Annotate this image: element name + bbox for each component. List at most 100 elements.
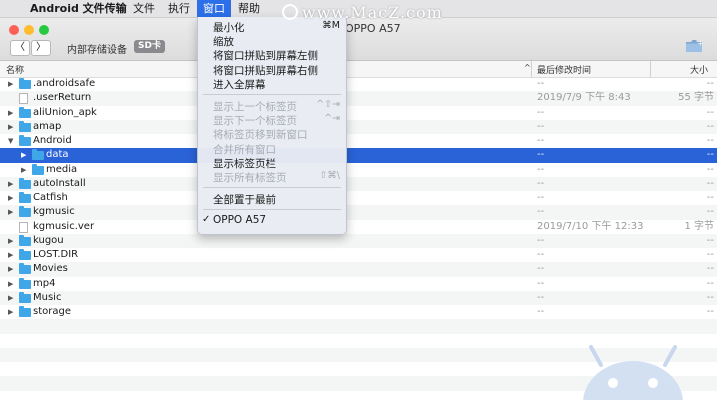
file-name: kugou [33,234,64,246]
empty-row [0,319,717,334]
menu-item[interactable]: 将窗口拼贴到屏幕右侧 [213,63,318,78]
android-logo-watermark-icon [583,345,683,400]
disclosure-collapsed-icon[interactable]: ▶ [21,163,26,177]
file-row[interactable]: ▶ .androidsafe -- -- [0,77,717,91]
disclosure-collapsed-icon[interactable]: ▶ [8,305,13,319]
file-row[interactable]: ▶ data -- -- [0,148,717,163]
file-row[interactable]: .userReturn 2019/7/9 下午 8:43 55 字节 [0,91,717,106]
sort-ascending-icon[interactable]: ^ [524,63,531,72]
folder-icon [19,263,31,275]
menu-window[interactable]: 窗口 [197,0,231,17]
file-row[interactable]: ▶ Music -- -- [0,290,717,305]
file-name: kgmusic [33,206,75,218]
disclosure-collapsed-icon[interactable]: ▶ [8,205,13,219]
file-row[interactable]: ▼ Android -- -- [0,134,717,148]
disclosure-collapsed-icon[interactable]: ▶ [8,277,13,291]
file-row[interactable]: ▶ storage -- -- [0,305,717,319]
menu-item[interactable]: 显示标签页栏 [213,156,276,171]
file-size: -- [706,177,714,189]
file-modified-date: -- [537,234,545,246]
file-size: -- [706,163,714,175]
column-divider[interactable] [650,61,651,77]
new-folder-icon[interactable]: + [685,39,703,53]
menu-app-name[interactable]: Android 文件传输 [24,0,133,17]
storage-location-label[interactable]: 内部存储设备 [67,41,127,56]
zoom-window-button[interactable] [39,25,49,35]
file-icon [19,221,28,233]
file-size: -- [706,120,714,132]
file-name: Music [33,291,62,303]
file-size: -- [706,106,714,118]
forward-button[interactable]: 〉 [31,40,51,56]
file-row[interactable]: ▶ Catfish -- -- [0,191,717,205]
file-name: mp4 [33,277,56,289]
disclosure-collapsed-icon[interactable]: ▶ [8,191,13,205]
file-row[interactable]: ▶ Movies -- -- [0,262,717,277]
column-date-header[interactable]: 最后修改时间 [537,63,591,76]
watermark-text: www.MacZ.com [302,3,443,22]
menu-item[interactable]: 缩放 [213,34,234,49]
close-window-button[interactable] [9,25,19,35]
file-size: -- [706,135,714,146]
file-size: -- [706,192,714,203]
file-modified-date: -- [537,291,545,303]
file-row[interactable]: ▶ kgmusic -- -- [0,205,717,220]
disclosure-collapsed-icon[interactable]: ▶ [21,148,26,162]
file-size: -- [706,234,714,246]
menu-item: 显示上一个标签页 [213,101,297,113]
file-row[interactable]: ▶ kugou -- -- [0,233,717,248]
disclosure-collapsed-icon[interactable]: ▶ [8,106,13,120]
file-modified-date: -- [537,163,545,175]
folder-icon [32,163,44,175]
disclosure-collapsed-icon[interactable]: ▶ [8,120,13,134]
file-size: 55 字节 [678,92,714,104]
file-name: Catfish [33,192,68,203]
file-modified-date: -- [537,249,545,260]
menu-item[interactable]: 最小化 [213,20,245,35]
column-header: 名称 ^ 最后修改时间 大小 [0,61,717,78]
file-modified-date: -- [537,206,545,218]
menu-item[interactable]: 进入全屏幕 [213,77,266,92]
menu-item[interactable]: 全部置于最前 [213,192,276,207]
file-row[interactable]: ▶ aliUnion_apk -- -- [0,106,717,120]
folder-icon [19,249,31,260]
file-row[interactable]: ▶ mp4 -- -- [0,277,717,291]
file-modified-date: 2019/7/9 下午 8:43 [537,92,631,104]
menu-execute[interactable]: 执行 [162,0,196,17]
file-row[interactable]: ▶ media -- -- [0,163,717,177]
file-size: -- [706,277,714,289]
folder-icon [19,277,31,289]
file-name: Movies [33,263,68,275]
file-modified-date: -- [537,135,545,146]
file-modified-date: -- [537,192,545,203]
file-name: media [46,163,78,175]
disclosure-collapsed-icon[interactable]: ▶ [8,291,13,305]
column-divider[interactable] [531,61,532,77]
file-size: -- [706,78,714,89]
file-modified-date: -- [537,78,545,89]
menu-item[interactable]: OPPO A57 [213,214,266,226]
disclosure-collapsed-icon[interactable]: ▶ [8,248,13,262]
file-row[interactable]: ▶ autoInstall -- -- [0,176,717,191]
file-name: autoInstall [33,177,86,189]
file-size: -- [706,149,714,161]
disclosure-collapsed-icon[interactable]: ▶ [8,262,13,276]
file-name: amap [33,120,62,132]
file-row[interactable]: kgmusic.ver 2019/7/10 下午 12:33 1 字节 [0,220,717,234]
column-size-header[interactable]: 大小 [690,63,708,76]
menu-item[interactable]: 将窗口拼贴到屏幕左侧 [213,48,318,63]
disclosure-collapsed-icon[interactable]: ▶ [8,177,13,191]
sd-card-badge[interactable]: SD卡 [134,40,165,53]
menu-help[interactable]: 帮助 [232,0,266,17]
minimize-window-button[interactable] [24,25,34,35]
disclosure-collapsed-icon[interactable]: ▶ [8,77,13,91]
file-name: storage [33,306,71,317]
file-name: aliUnion_apk [33,106,97,118]
file-row[interactable]: ▶ LOST.DIR -- -- [0,248,717,262]
file-row[interactable]: ▶ amap -- -- [0,119,717,134]
back-button[interactable]: 〈 [10,40,30,56]
menu-file[interactable]: 文件 [127,0,161,17]
disclosure-expanded-icon[interactable]: ▼ [8,134,13,148]
column-name-header[interactable]: 名称 [6,63,24,76]
disclosure-collapsed-icon[interactable]: ▶ [8,234,13,248]
